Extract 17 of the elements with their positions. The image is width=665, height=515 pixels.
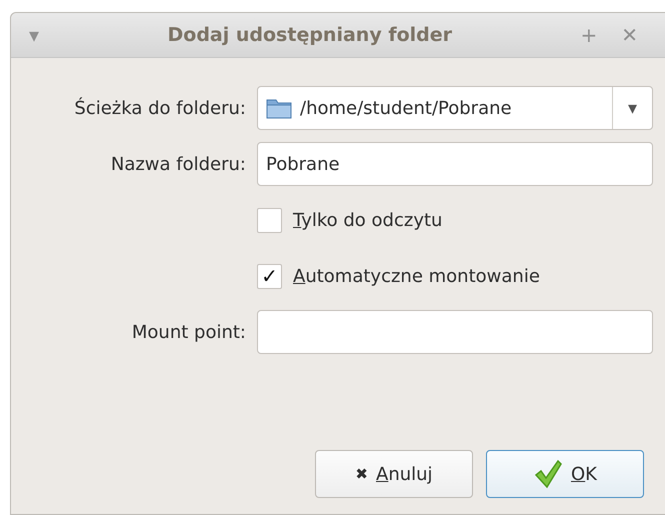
folder-icon xyxy=(266,97,292,119)
checkbox-label: Automatyczne montowanie xyxy=(293,264,540,288)
folder-path: /home/student/Pobrane xyxy=(300,96,512,120)
folder-dropdown[interactable]: /home/student/Pobrane ▾ xyxy=(257,86,653,130)
checkbox[interactable]: ✓ xyxy=(257,264,282,288)
window-title: Dodaj udostępniany folder xyxy=(166,22,454,48)
close-icon: ✖ xyxy=(355,462,368,486)
field-label: Mount point: xyxy=(132,322,246,342)
checkbox[interactable] xyxy=(257,208,282,232)
checkmark-icon xyxy=(533,459,563,489)
ok-button[interactable]: OK xyxy=(486,450,644,498)
field-label: Nazwa folderu: xyxy=(110,154,246,174)
field-label: Ścieżka do folderu: xyxy=(74,98,246,118)
cancel-button[interactable]: ✖ Anuluj xyxy=(315,450,473,498)
text-field[interactable]: Pobrane xyxy=(257,142,653,186)
checkbox-label: Tylko do odczytu xyxy=(293,208,442,232)
text-field[interactable] xyxy=(257,310,653,354)
